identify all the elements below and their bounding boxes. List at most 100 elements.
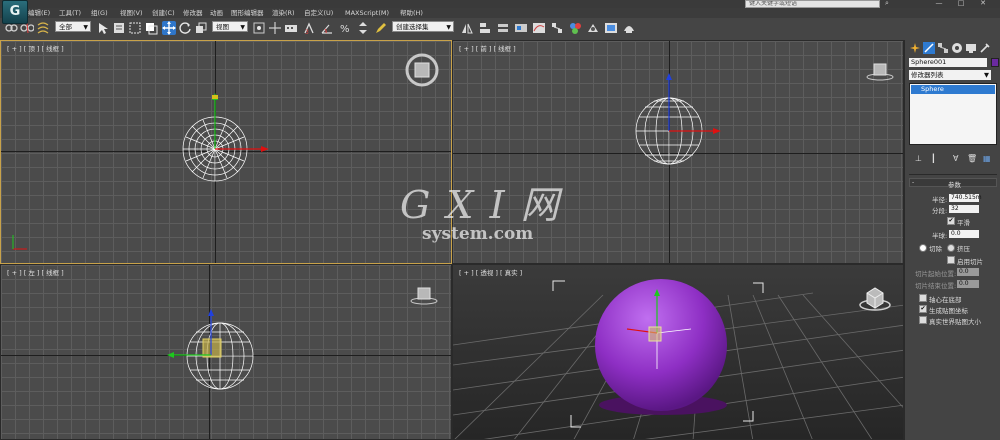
select-manipulate-icon[interactable] [268,21,282,35]
configure-sets-icon[interactable]: ▦ [983,154,991,163]
pivot-center-icon[interactable] [252,21,266,35]
select-by-name-icon[interactable] [112,21,126,35]
sphere-shaded-perspective[interactable] [583,269,743,440]
slice-to-spinner[interactable]: 0.0 [957,280,979,288]
slice-from-spinner[interactable]: 0.0 [957,268,979,276]
stack-controls: ⊥ ┃ ∀ 🗑 ▦ [909,152,995,166]
slice-to-label: 切片结束位置: [915,282,957,290]
minimize-button[interactable]: — [930,0,948,7]
chop-label: 切除 [929,245,942,253]
select-and-move-icon[interactable] [162,21,176,35]
remove-modifier-icon[interactable]: 🗑 [967,154,977,163]
menu-help[interactable]: 帮助(H) [400,8,423,18]
make-unique-icon[interactable]: ∀ [953,154,958,163]
keyboard-shortcut-icon[interactable] [284,21,298,35]
rendered-frame-window-icon[interactable] [604,21,618,35]
segments-spinner[interactable]: 32 [949,205,979,213]
binoculars-icon[interactable]: ⌕ [878,0,896,7]
menu-group[interactable]: 组(G) [91,8,108,18]
viewcube-icon[interactable] [403,53,441,87]
angle-snap-icon[interactable] [320,21,334,35]
watermark: G X I 网 system.com [400,185,561,243]
menu-modifiers[interactable]: 修改器 [183,8,203,18]
hemisphere-spinner[interactable]: 0.0 [949,230,979,238]
edit-named-selection-icon[interactable] [374,21,388,35]
layer-manager-icon[interactable] [496,21,510,35]
modifier-stack: Sphere [909,83,997,145]
command-panel: Sphere001 修改器列表 ▼ Sphere ⊥ ┃ ∀ 🗑 ▦ - 参数 半… [904,40,1000,440]
parameters-rollout-header[interactable]: - 参数 [909,178,997,189]
object-name-field[interactable]: Sphere001 [909,58,987,67]
viewport-perspective[interactable]: [ + ] [ 透视 ] [ 真实 ] [452,264,904,440]
viewport-label-front[interactable]: [ + ] [ 前 ] [ 线框 ] [459,43,516,53]
squash-radio[interactable] [947,244,955,252]
ribbon-toggle-icon[interactable] [514,21,528,35]
viewcube-icon[interactable] [857,283,893,313]
named-selection-sets-dropdown[interactable]: 创建选择集 ▼ [392,21,454,32]
schematic-view-icon[interactable] [550,21,564,35]
smooth-checkbox[interactable]: ✔ [947,217,955,225]
hierarchy-tab-icon[interactable] [937,42,949,54]
real-world-map-size-checkbox[interactable] [919,316,927,324]
menu-rendering[interactable]: 渲染(R) [272,8,295,18]
menu-maxscript[interactable]: MAXScript(M) [345,8,389,18]
reference-coordinate-dropdown[interactable]: 视图 ▼ [212,21,248,32]
viewport-label-perspective[interactable]: [ + ] [ 透视 ] [ 真实 ] [459,267,522,277]
search-input[interactable]: 键入关键字或短语 [745,0,880,8]
menu-create[interactable]: 创建(C) [152,8,175,18]
menu-edit[interactable]: 编辑(E) [28,8,50,18]
viewport-label-left[interactable]: [ + ] [ 左 ] [ 线框 ] [7,267,64,277]
modifier-stack-item[interactable]: Sphere [911,85,995,94]
curve-editor-icon[interactable] [532,21,546,35]
rect-region-icon[interactable] [128,21,142,35]
menu-animation[interactable]: 动画 [210,8,223,18]
menu-graph-editors[interactable]: 图形编辑器 [231,8,264,18]
align-icon[interactable] [478,21,492,35]
generate-mapping-coords-checkbox[interactable]: ✔ [919,305,927,313]
snaps-toggle-icon[interactable]: 3 [302,21,316,36]
utilities-tab-icon[interactable] [979,42,991,54]
render-setup-icon[interactable] [586,21,600,35]
viewport-label-top[interactable]: [ + ] [ 顶 ] [ 线框 ] [7,43,64,53]
percent-snap-icon[interactable]: % [338,21,352,35]
viewcube-icon[interactable] [409,283,439,307]
menu-views[interactable]: 视图(V) [120,8,143,18]
chop-radio[interactable] [919,244,927,252]
modify-tab-icon[interactable] [923,42,935,54]
base-to-pivot-checkbox[interactable] [919,294,927,302]
maximize-button[interactable]: □ [952,0,970,7]
menu-bar [0,8,1000,18]
viewport-left[interactable]: [ + ] [ 左 ] [ 线框 ] [0,264,452,440]
display-tab-icon[interactable] [965,42,977,54]
object-color-swatch[interactable] [991,58,999,67]
app-menu-button[interactable]: G [2,0,28,24]
motion-tab-icon[interactable] [951,42,963,54]
sphere-wireframe-front[interactable] [623,71,733,201]
spinner-snap-icon[interactable] [356,21,370,35]
material-editor-icon[interactable] [568,21,582,35]
viewport-top[interactable]: [ + ] [ 顶 ] [ 线框 ] [0,40,452,264]
menu-customize[interactable]: 自定义(U) [304,8,333,18]
segments-label: 分段: [932,207,948,215]
mirror-icon[interactable] [460,21,474,35]
radius-spinner[interactable]: 740.515m [949,194,982,202]
viewcube-icon[interactable] [865,59,895,83]
sphere-wireframe-top[interactable] [171,89,281,219]
divider [909,174,997,175]
select-object-icon[interactable] [96,21,110,35]
slice-on-checkbox[interactable] [947,256,955,264]
window-crossing-icon[interactable] [144,21,158,35]
close-button[interactable]: ✕ [974,0,992,7]
sphere-wireframe-left[interactable] [161,285,271,425]
base-to-pivot-label: 轴心在底部 [929,296,962,304]
select-and-scale-icon[interactable] [194,21,208,35]
bind-spacewarp-icon[interactable] [36,21,50,35]
pin-stack-icon[interactable]: ⊥ [915,154,922,163]
render-production-icon[interactable] [622,21,636,35]
selection-filter-dropdown[interactable]: 全部 ▼ [55,21,91,32]
create-tab-icon[interactable] [909,42,921,54]
menu-tools[interactable]: 工具(T) [59,8,81,18]
show-end-result-icon[interactable]: ┃ [931,154,936,163]
select-and-rotate-icon[interactable] [178,21,192,35]
modifier-list-dropdown[interactable]: 修改器列表 ▼ [909,70,991,80]
